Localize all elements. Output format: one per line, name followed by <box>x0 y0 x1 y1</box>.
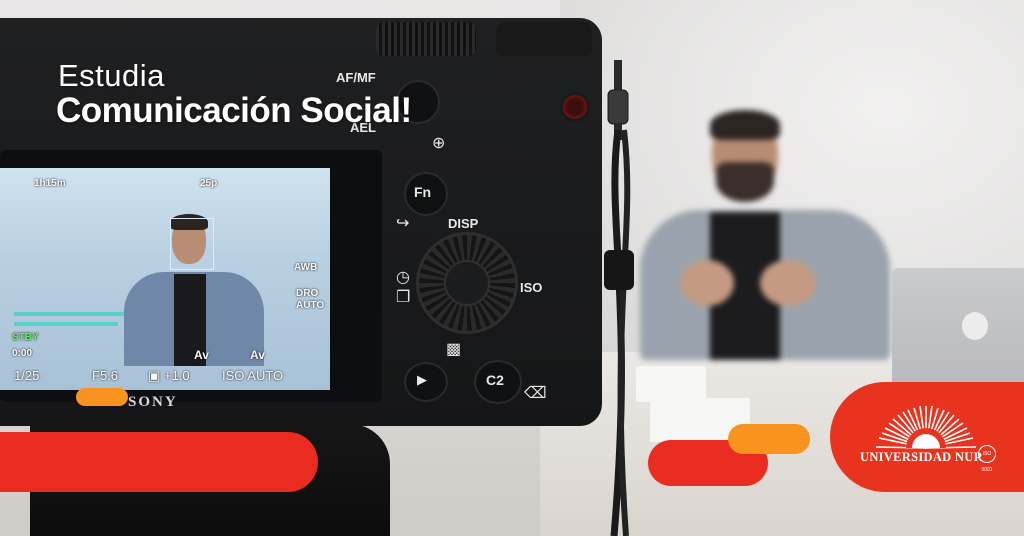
record-indicator-icon <box>560 92 590 122</box>
headline-line-1: Estudia <box>58 58 165 93</box>
lcd-timecode: 0:00 <box>12 348 33 359</box>
camera-brand: SONY <box>128 394 178 410</box>
lcd-awb: AWB <box>294 262 318 273</box>
iso-seal-icon: ISO 9001 <box>978 445 996 473</box>
sunburst-icon <box>875 405 977 449</box>
decor-pill-red <box>0 432 318 492</box>
share-icon: ↪ <box>396 215 410 232</box>
exposure-comp-icon: ▩ <box>446 341 462 358</box>
lcd-stby: STBY <box>12 332 39 343</box>
audio-level-bar <box>14 312 124 316</box>
table-paper <box>636 366 706 402</box>
trash-icon: ⌫ <box>524 385 547 402</box>
lcd-mode-2: Av <box>250 348 265 362</box>
lcd-dro-value: AUTO <box>296 300 325 311</box>
iso-label: ISO <box>520 280 543 295</box>
control-wheel-center <box>444 260 490 306</box>
logo-name: UNIVERSIDAD NUR <box>860 450 983 464</box>
fn-label: Fn <box>414 184 432 200</box>
promo-banner: 1h15m 25p AWB DRO AUTO STBY 0:00 Av Av 1… <box>0 0 1024 536</box>
presenter-photo <box>600 100 890 360</box>
camera-lcd-screen <box>0 168 330 390</box>
zoom-in-icon: ⊕ <box>432 135 446 152</box>
lcd-mode-1: Av <box>194 348 209 362</box>
universidad-nur-logo[interactable]: UNIVERSIDAD NUR ISO 9001 <box>856 400 1006 480</box>
af-mf-label: AF/MF <box>336 70 376 85</box>
audio-level-bar <box>14 322 118 326</box>
c2-label: C2 <box>486 372 504 388</box>
focus-frame-icon <box>170 218 214 270</box>
lcd-shutter: 1/25 <box>14 368 40 383</box>
lcd-battery-time: 1h15m <box>34 178 66 189</box>
playback-icon: ▶ <box>417 372 427 387</box>
camera-dial <box>376 22 476 56</box>
lcd-aperture: F5.6 <box>92 368 119 383</box>
exposure-icon: ▣ <box>148 368 161 383</box>
headline-line-2: Comunicación Social! <box>56 91 412 130</box>
lcd-dro: DRO <box>296 288 319 299</box>
laptop-image <box>892 268 1024 384</box>
decor-pill-orange <box>728 424 810 454</box>
decor-pill-orange <box>76 388 128 406</box>
self-timer-icon: ◷ <box>396 269 410 286</box>
disp-label: DISP <box>448 216 479 231</box>
camera-strap <box>604 60 634 536</box>
lcd-fps: 25p <box>200 178 218 189</box>
camera-top-plate <box>496 22 592 56</box>
lcd-exposure: +1.0 <box>164 368 190 383</box>
apple-logo-icon <box>962 312 988 340</box>
drive-mode-icon: ❐ <box>396 289 411 306</box>
lcd-iso: ISO AUTO <box>222 368 284 383</box>
